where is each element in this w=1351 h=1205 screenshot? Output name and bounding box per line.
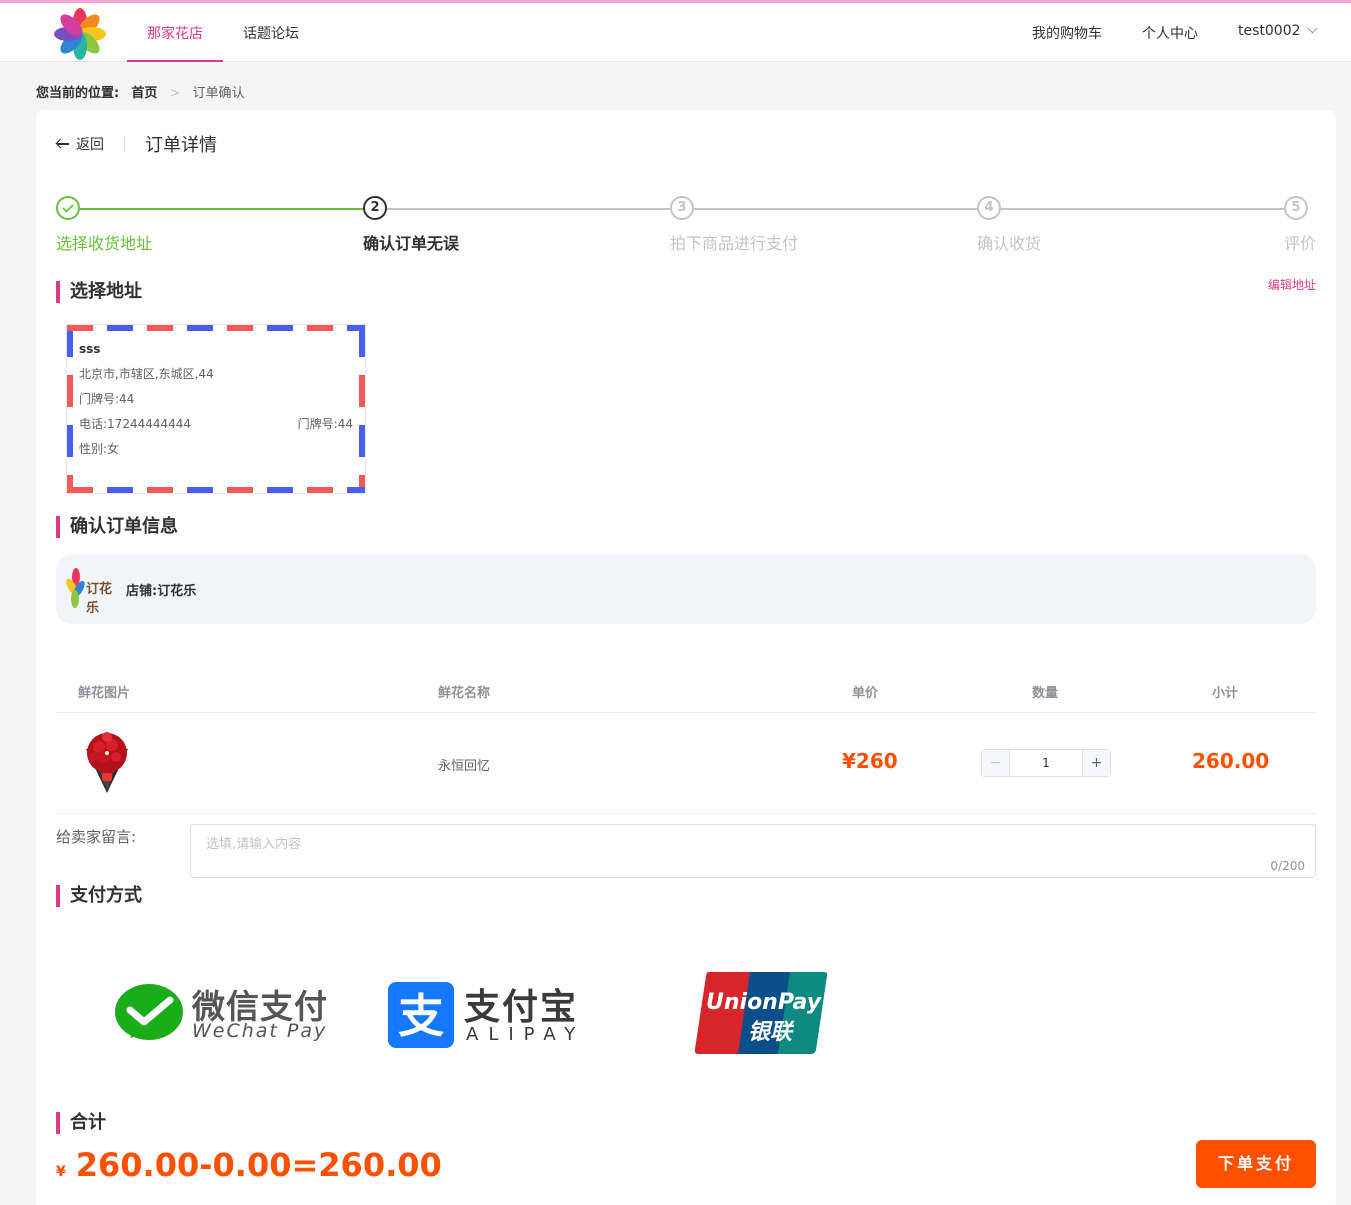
address-door: 门牌号:44 (79, 392, 135, 406)
currency-symbol: ¥ (56, 1164, 66, 1180)
breadcrumb-current: 订单确认 (192, 86, 245, 101)
total-expression: 260.00-0.00=260.00 (75, 1146, 442, 1184)
quantity-stepper[interactable]: − 1 + (981, 749, 1111, 777)
col-qty: 数量 (1032, 686, 1059, 701)
col-subtotal: 小计 (1212, 686, 1239, 701)
message-label: 给卖家留言: (56, 828, 137, 846)
shop-name[interactable]: 店铺:订花乐 (126, 580, 196, 599)
top-navbar: 那家花店 话题论坛 我的购物车 个人中心 test0002 (0, 0, 1351, 62)
order-card: 返回 订单详情 2 3 4 5 选择收货地址 确认订单无误 拍下商品进行支付 确… (36, 110, 1336, 1205)
step-number: 2 (363, 196, 387, 220)
breadcrumb: 您当前的位置: 首页 > 订单确认 (36, 82, 245, 101)
address-card[interactable]: sss 北京市,市辖区,东城区,44 门牌号:44 电话:17244444444… (66, 324, 366, 494)
total-amount: ¥ 260.00-0.00=260.00 (56, 1146, 442, 1184)
chevron-right-icon: > (169, 86, 181, 101)
shop-banner: 订花乐 店铺:订花乐 (56, 554, 1316, 624)
step-connector (694, 208, 977, 210)
nav-item-forum[interactable]: 话题论坛 (223, 6, 319, 62)
edit-address-link[interactable]: 编辑地址 (1268, 276, 1316, 293)
step-label: 拍下商品进行支付 (670, 234, 799, 253)
wechat-pay-option[interactable]: 微信支付 WeChat Pay (114, 980, 327, 1050)
increase-button[interactable]: + (1082, 750, 1110, 776)
section-title-order: 确认订单信息 (56, 516, 178, 538)
step-number: 4 (977, 196, 1001, 220)
unionpay-option[interactable]: UnionPay 银联 (694, 972, 828, 1054)
check-icon (56, 196, 80, 220)
step-label: 评价 (1283, 234, 1316, 253)
message-placeholder: 选填,请输入内容 (206, 837, 302, 852)
chevron-down-icon (1307, 23, 1317, 34)
col-name: 鲜花名称 (438, 686, 491, 701)
page-header: 返回 订单详情 (56, 130, 217, 158)
quantity-input[interactable]: 1 (1010, 750, 1082, 776)
step-connector (80, 208, 363, 210)
breadcrumb-home[interactable]: 首页 (131, 86, 157, 101)
address-door-right: 门牌号:44 (297, 417, 353, 431)
item-name: 永恒回忆 (438, 759, 491, 774)
breadcrumb-prefix: 您当前的位置: (36, 86, 120, 101)
message-counter: 0/200 (1270, 859, 1305, 873)
svg-text:支: 支 (398, 989, 444, 1043)
wechat-pay-icon (115, 984, 183, 1040)
message-textarea[interactable]: 选填,请输入内容 0/200 (190, 824, 1316, 878)
divider (124, 136, 125, 152)
alipay-option[interactable]: 支 支付宝 ALIPAY (388, 980, 598, 1050)
step-label: 确认收货 (977, 234, 1042, 253)
section-title-total: 合计 (56, 1112, 106, 1134)
page-title: 订单详情 (145, 135, 217, 156)
arrow-left-icon (56, 139, 70, 149)
unionpay-label: UnionPay (706, 990, 822, 1015)
step-connector (1001, 208, 1284, 210)
alipay-icon: 支 (388, 982, 454, 1048)
item-subtotal: 260.00 (1192, 749, 1270, 773)
step-label: 确认订单无误 (363, 234, 460, 253)
step-number: 5 (1284, 196, 1308, 220)
flower-logo-icon[interactable] (54, 7, 106, 61)
step-label: 选择收货地址 (56, 234, 153, 253)
address-name: sss (79, 342, 101, 356)
shop-logo-text: 订花乐 (86, 582, 113, 616)
address-text: 北京市,市辖区,东城区,44 (79, 367, 214, 381)
col-image: 鲜花图片 (78, 686, 131, 701)
nav-profile-link[interactable]: 个人中心 (1142, 23, 1198, 43)
nav-cart-link[interactable]: 我的购物车 (1032, 23, 1102, 43)
shop-logo[interactable]: 订花乐 (66, 564, 118, 616)
address-gender: 性别:女 (79, 442, 120, 456)
back-label: 返回 (76, 137, 104, 153)
wechat-pay-sub: WeChat Pay (192, 1020, 328, 1042)
alipay-label: 支付宝 (464, 987, 579, 1028)
item-price: ¥260 (842, 749, 898, 773)
bouquet-image[interactable] (74, 725, 140, 795)
place-order-button[interactable]: 下单支付 (1196, 1140, 1316, 1188)
col-price: 单价 (852, 686, 879, 701)
address-phone: 电话:17244444444 (79, 417, 192, 431)
decrease-button[interactable]: − (982, 750, 1010, 776)
username: test0002 (1238, 23, 1301, 39)
unionpay-sub: 银联 (748, 1020, 793, 1045)
table-header: 鲜花图片 鲜花名称 单价 数量 小计 (56, 666, 1316, 713)
section-title-payment: 支付方式 (56, 885, 142, 907)
step-number: 3 (670, 196, 694, 220)
back-button[interactable]: 返回 (56, 134, 104, 154)
section-title-address: 选择地址 (56, 281, 142, 303)
table-row: 永恒回忆 ¥260 − 1 + 260.00 (56, 713, 1316, 814)
nav-item-shop[interactable]: 那家花店 (127, 6, 223, 62)
order-steps: 2 3 4 5 选择收货地址 确认订单无误 拍下商品进行支付 确认收货 评价 (56, 196, 1316, 256)
step-connector (387, 208, 670, 210)
alipay-sub: ALIPAY (466, 1024, 586, 1045)
user-menu[interactable]: test0002 (1238, 23, 1317, 39)
flower-logo-icon (66, 568, 85, 608)
